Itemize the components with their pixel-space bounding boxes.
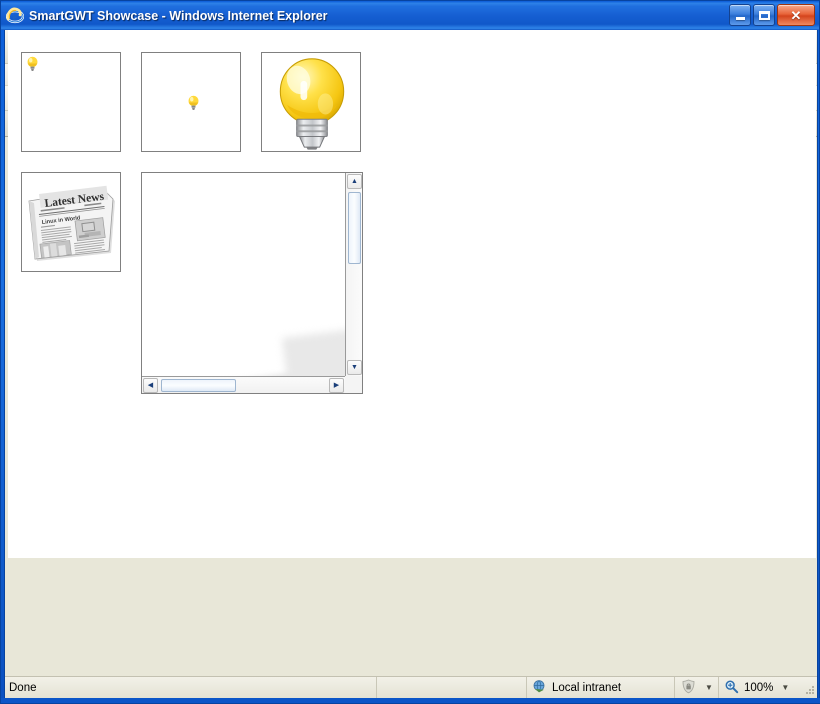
zoom-level-label: 100% — [744, 681, 774, 694]
security-zone-label: Local intranet — [552, 681, 622, 694]
chevron-down-icon[interactable]: ▼ — [705, 683, 713, 692]
status-bar: Done Local intranet ▼ 100% ▼ — [5, 676, 817, 698]
maximize-glyph — [758, 10, 770, 20]
minimize-button[interactable] — [729, 4, 751, 26]
status-blank-cell — [377, 677, 527, 698]
image-box-stretched[interactable] — [261, 52, 361, 152]
internet-explorer-icon: e — [5, 7, 25, 25]
image-box-newspaper[interactable]: Latest News Linux in World — [21, 172, 121, 272]
lightbulb-icon — [264, 54, 360, 150]
svg-text:e: e — [13, 12, 17, 22]
title-bar: e SmartGWT Showcase - Windows Internet E… — [1, 1, 819, 30]
close-icon: ✕ — [790, 7, 802, 23]
scroll-viewport[interactable]: Latest News — [142, 173, 345, 376]
resize-grip[interactable] — [803, 684, 815, 696]
triangle-down-icon: ▼ — [351, 364, 358, 371]
image-box-scrollable[interactable]: Latest News — [141, 172, 363, 394]
scrollbar-corner — [345, 376, 362, 393]
status-text: Done — [5, 677, 377, 698]
horizontal-scrollbar[interactable]: ◀ ▶ — [142, 376, 345, 393]
security-zone[interactable]: Local intranet — [527, 677, 675, 698]
lightbulb-icon — [25, 56, 41, 72]
browser-window: e SmartGWT Showcase - Windows Internet E… — [0, 0, 820, 704]
vertical-scrollbar[interactable]: ▲ ▼ — [345, 173, 362, 376]
scroll-up-button[interactable]: ▲ — [347, 174, 362, 189]
page-viewport: Latest News Linux in World ▲ ▼ ◀ ▶ — [8, 30, 816, 558]
vertical-scroll-thumb[interactable] — [348, 192, 361, 264]
scroll-left-button[interactable]: ◀ — [143, 378, 158, 393]
newspaper-icon-zoomed: Latest News — [192, 268, 345, 376]
protected-mode-icon — [680, 679, 697, 697]
page-content: Latest News Linux in World ▲ ▼ ◀ ▶ — [8, 30, 816, 558]
window-title: SmartGWT Showcase - Windows Internet Exp… — [29, 8, 328, 23]
window-bottom-border — [1, 698, 820, 703]
newspaper-icon: Latest News Linux in World — [25, 181, 119, 265]
triangle-left-icon: ◀ — [147, 382, 154, 389]
chevron-down-icon[interactable]: ▼ — [781, 683, 789, 692]
scroll-right-button[interactable]: ▶ — [329, 378, 344, 393]
image-box-centered[interactable] — [141, 52, 241, 152]
lightbulb-icon — [186, 95, 202, 111]
scroll-down-button[interactable]: ▼ — [347, 360, 362, 375]
minimize-glyph — [735, 16, 745, 20]
protected-mode-indicator[interactable]: ▼ — [675, 677, 719, 698]
zoom-magnifier-icon — [724, 679, 739, 697]
maximize-button[interactable] — [753, 4, 775, 26]
close-button[interactable]: ✕ — [777, 4, 815, 26]
globe-icon — [532, 679, 547, 697]
client-area: ← → ▼ http://localhost:8888/index.html?g… — [4, 30, 818, 698]
triangle-right-icon: ▶ — [333, 382, 340, 389]
window-controls: ✕ — [729, 4, 815, 26]
image-box-natural-size[interactable] — [21, 52, 121, 152]
horizontal-scroll-thumb[interactable] — [161, 379, 236, 392]
triangle-up-icon: ▲ — [351, 178, 358, 185]
